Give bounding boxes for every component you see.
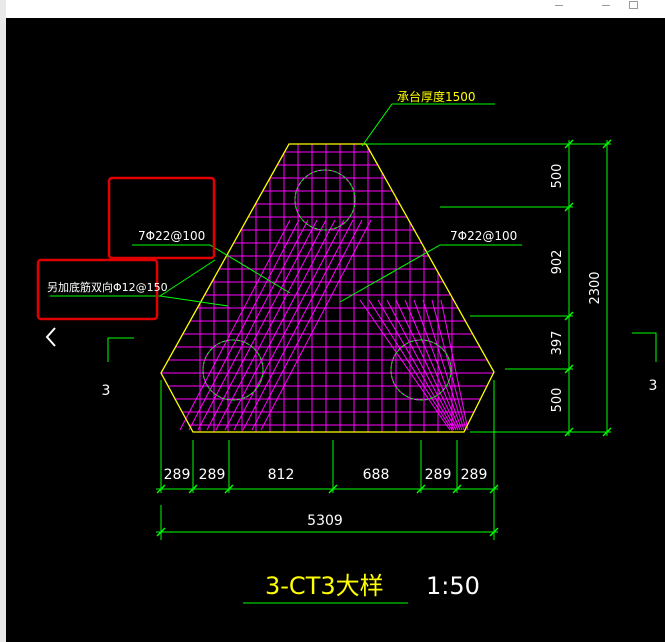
section-label-right: 3: [649, 378, 658, 394]
drawing-scale: 1:50: [426, 572, 480, 600]
dim-right-3: 397: [550, 331, 565, 356]
dim-right-2: 902: [550, 250, 565, 275]
rebar-diagonal: [422, 299, 465, 431]
dim-right-1: 500: [550, 164, 565, 189]
rebar-grid: [161, 144, 494, 432]
rebar-label-left: 7Φ22@100: [138, 229, 205, 243]
thickness-label: 承台厚度1500: [397, 89, 476, 104]
additional-rebar-label: 另加底筋双向Φ12@150: [47, 280, 168, 294]
dim-bottom-1: 289: [164, 467, 191, 483]
rebar-diagonal: [377, 299, 455, 431]
section-label-left: 3: [102, 383, 111, 399]
dim-total-height: 2300: [588, 271, 603, 304]
dim-right-4: 500: [550, 388, 565, 413]
dim-bottom-5: 289: [425, 467, 452, 483]
chevron-left-icon[interactable]: [40, 322, 64, 352]
drawing-title: 3-CT3大样: [265, 572, 384, 600]
rebar-label-right: 7Φ22@100: [450, 229, 517, 243]
dim-bottom-6: 289: [461, 467, 488, 483]
dim-bottom-3: 812: [268, 467, 295, 483]
dim-total-width: 5309: [307, 513, 343, 529]
dim-bottom-4: 688: [363, 467, 390, 483]
cad-drawing: 承台厚度1500 7Φ22@100 7Φ22@100 另加底筋双向Φ12@150…: [36, 89, 658, 604]
highlight-box-rebar: [107, 176, 216, 260]
dim-bottom-2: 289: [199, 467, 226, 483]
